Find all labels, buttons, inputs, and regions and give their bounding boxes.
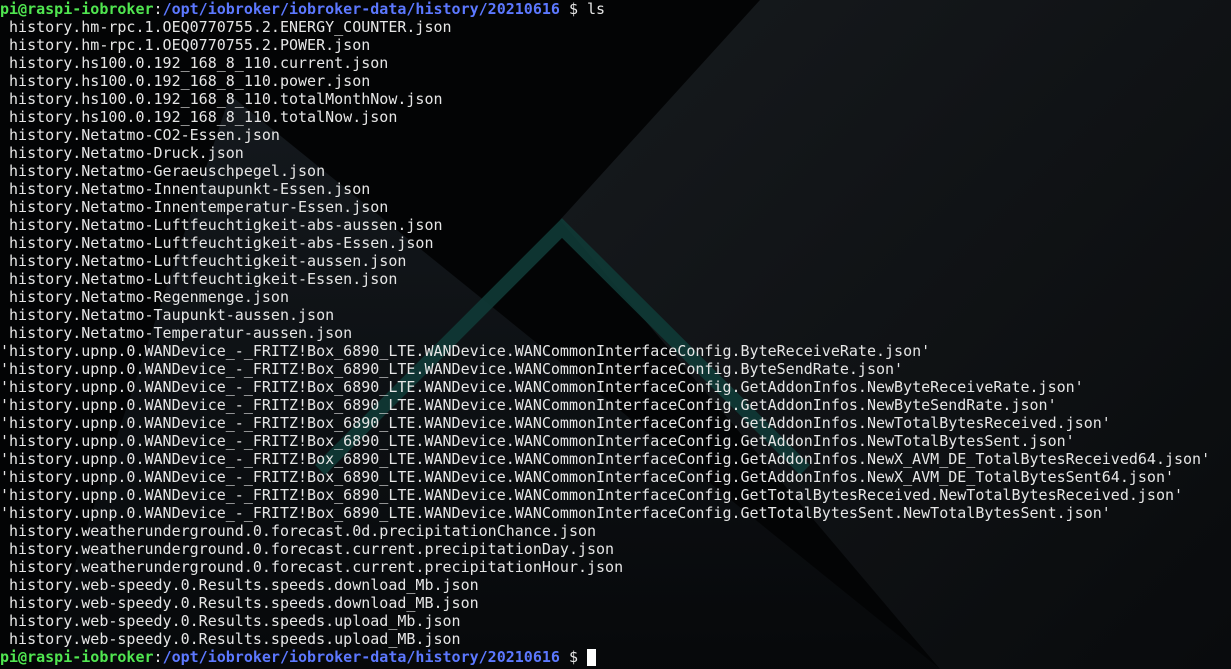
prompt-separator: :: [153, 648, 163, 666]
file-list-item: history.Netatmo-Temperatur-aussen.json: [0, 324, 353, 342]
command-text: ls: [587, 0, 606, 18]
file-list: history.hm-rpc.1.OEQ0770755.2.ENERGY_COU…: [0, 18, 1231, 648]
file-list-item: history.hs100.0.192_168_8_110.power.json: [0, 72, 371, 90]
prompt-path: /opt/iobroker/iobroker-data/history/2021…: [162, 0, 560, 18]
file-list-item: history.web-speedy.0.Results.speeds.down…: [0, 576, 479, 594]
file-list-item: history.weatherunderground.0.forecast.cu…: [0, 540, 615, 558]
file-list-item: history.Netatmo-Regenmenge.json: [0, 288, 289, 306]
prompt-dollar: $: [559, 0, 588, 18]
file-list-item: history.Netatmo-Luftfeuchtigkeit-aussen.…: [0, 252, 407, 270]
file-list-item: history.Netatmo-Luftfeuchtigkeit-Essen.j…: [0, 270, 398, 288]
terminal-output: pi@raspi-iobroker:/opt/iobroker/iobroker…: [0, 0, 1231, 666]
prompt-user-host: pi@raspi-iobroker: [0, 648, 154, 666]
file-list-item: history.Netatmo-Geraeuschpegel.json: [0, 162, 326, 180]
prompt-line-active[interactable]: pi@raspi-iobroker:/opt/iobroker/iobroker…: [0, 648, 1231, 666]
prompt-dollar: $: [559, 648, 588, 666]
file-list-item: history.weatherunderground.0.forecast.0d…: [0, 522, 597, 540]
file-list-item: history.web-speedy.0.Results.speeds.uplo…: [0, 630, 461, 648]
file-list-item: history.Netatmo-Luftfeuchtigkeit-abs-aus…: [0, 216, 443, 234]
file-list-item: history.hm-rpc.1.OEQ0770755.2.POWER.json: [0, 36, 371, 54]
file-list-item: history.web-speedy.0.Results.speeds.uplo…: [0, 612, 461, 630]
prompt-user-host: pi@raspi-iobroker: [0, 0, 154, 18]
file-list-item: 'history.upnp.0.WANDevice_-_FRITZ!Box_68…: [0, 486, 1184, 504]
file-list-item: 'history.upnp.0.WANDevice_-_FRITZ!Box_68…: [0, 378, 1084, 396]
file-list-item: 'history.upnp.0.WANDevice_-_FRITZ!Box_68…: [0, 342, 931, 360]
file-list-item: history.web-speedy.0.Results.speeds.down…: [0, 594, 479, 612]
file-list-item: history.hm-rpc.1.OEQ0770755.2.ENERGY_COU…: [0, 18, 452, 36]
file-list-item: 'history.upnp.0.WANDevice_-_FRITZ!Box_68…: [0, 360, 904, 378]
file-list-item: history.hs100.0.192_168_8_110.totalMonth…: [0, 90, 443, 108]
prompt-separator: :: [153, 0, 163, 18]
file-list-item: history.Netatmo-Luftfeuchtigkeit-abs-Ess…: [0, 234, 434, 252]
file-list-item: history.Netatmo-Innentemperatur-Essen.js…: [0, 198, 389, 216]
file-list-item: 'history.upnp.0.WANDevice_-_FRITZ!Box_68…: [0, 432, 1075, 450]
terminal-window[interactable]: pi@raspi-iobroker:/opt/iobroker/iobroker…: [0, 0, 1231, 669]
prompt-path: /opt/iobroker/iobroker-data/history/2021…: [162, 648, 560, 666]
file-list-item: history.hs100.0.192_168_8_110.current.js…: [0, 54, 389, 72]
file-list-item: 'history.upnp.0.WANDevice_-_FRITZ!Box_68…: [0, 396, 1057, 414]
file-list-item: history.weatherunderground.0.forecast.cu…: [0, 558, 624, 576]
file-list-item: history.hs100.0.192_168_8_110.totalNow.j…: [0, 108, 398, 126]
file-list-item: history.Netatmo-CO2-Essen.json: [0, 126, 280, 144]
file-list-item: 'history.upnp.0.WANDevice_-_FRITZ!Box_68…: [0, 414, 1111, 432]
file-list-item: history.Netatmo-Druck.json: [0, 144, 244, 162]
file-list-item: 'history.upnp.0.WANDevice_-_FRITZ!Box_68…: [0, 468, 1174, 486]
prompt-line: pi@raspi-iobroker:/opt/iobroker/iobroker…: [0, 0, 1231, 18]
file-list-item: 'history.upnp.0.WANDevice_-_FRITZ!Box_68…: [0, 504, 1111, 522]
text-cursor[interactable]: [587, 649, 597, 666]
file-list-item: history.Netatmo-Innentaupunkt-Essen.json: [0, 180, 371, 198]
file-list-item: history.Netatmo-Taupunkt-aussen.json: [0, 306, 335, 324]
file-list-item: 'history.upnp.0.WANDevice_-_FRITZ!Box_68…: [0, 450, 1211, 468]
